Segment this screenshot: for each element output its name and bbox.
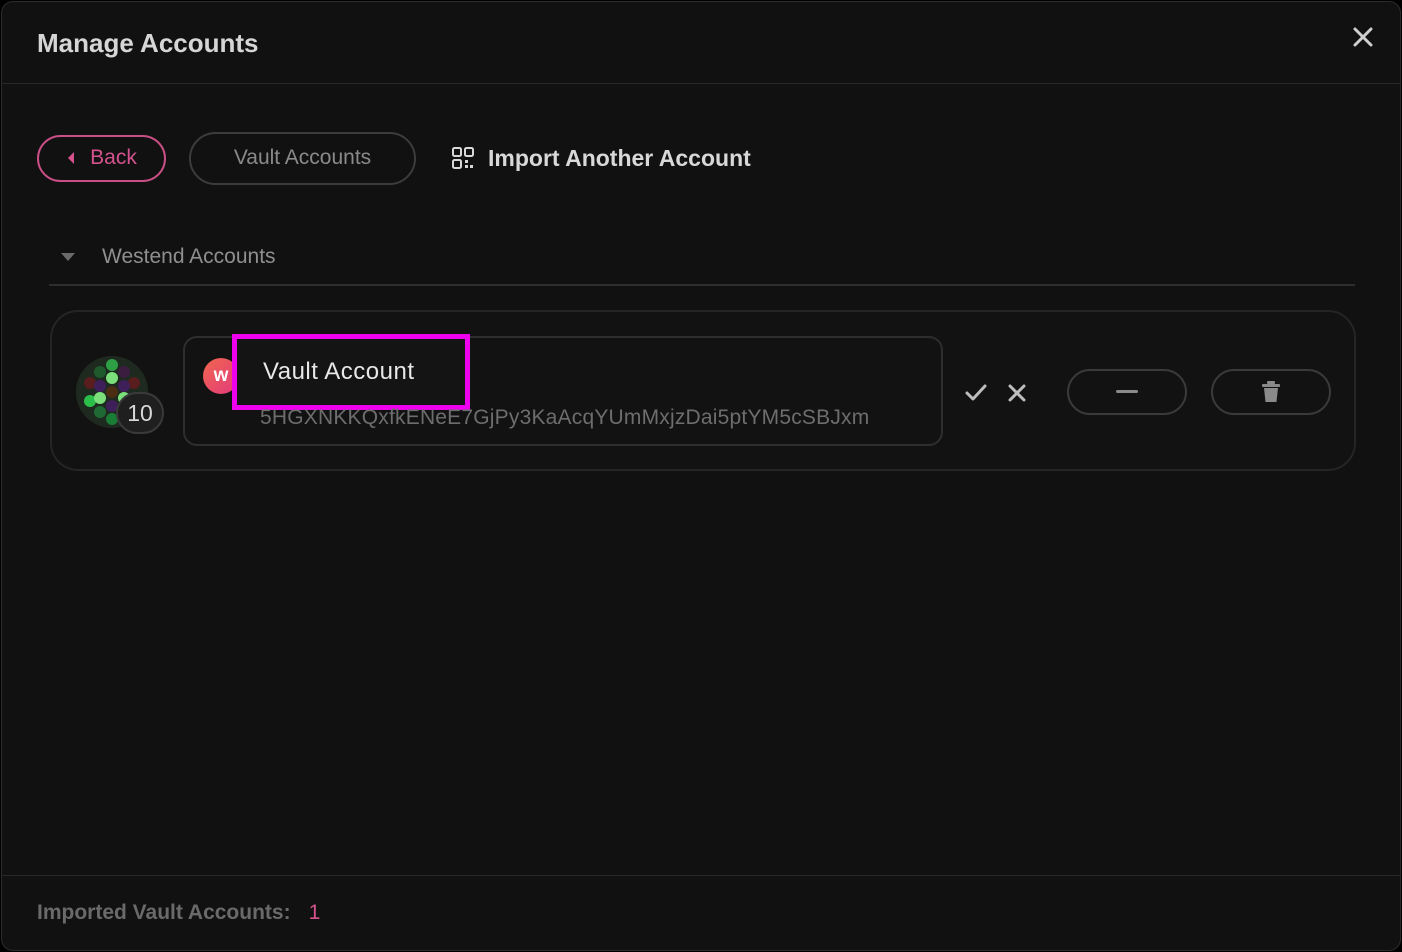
close-icon <box>1008 384 1026 402</box>
close-button[interactable] <box>1348 22 1378 52</box>
modal-title: Manage Accounts <box>37 28 259 58</box>
account-card: 10 w 5HGXNKKQxfkENeE7GjPy3KaAcqYUmMxjzDa… <box>50 310 1356 471</box>
modal-footer: Imported Vault Accounts: 1 <box>2 875 1400 950</box>
qr-code-icon <box>452 147 474 169</box>
back-button-label: Back <box>90 146 137 169</box>
section-label: Westend Accounts <box>102 245 276 268</box>
cancel-rename-button[interactable] <box>1006 382 1028 404</box>
minus-icon <box>1116 390 1138 393</box>
toolbar: Back Vault Accounts Import Another Accou… <box>37 131 751 185</box>
manage-accounts-modal: Manage Accounts Back Vault Accounts Impo… <box>1 1 1401 951</box>
imported-count-value: 1 <box>308 901 321 924</box>
westend-accounts-section-toggle[interactable]: Westend Accounts <box>49 230 1355 286</box>
back-button[interactable]: Back <box>37 134 166 182</box>
delete-account-button[interactable] <box>1211 369 1331 415</box>
account-details: w 5HGXNKKQxfkENeE7GjPy3KaAcqYUmMxjzDai5p… <box>183 334 943 446</box>
account-index-badge: 10 <box>116 392 164 434</box>
vault-accounts-button[interactable]: Vault Accounts <box>189 131 416 185</box>
import-another-account-label: Import Another Account <box>488 144 751 171</box>
account-name-input[interactable] <box>232 334 470 410</box>
imported-count-label: Imported Vault Accounts: <box>37 901 291 924</box>
modal-header: Manage Accounts <box>2 2 1400 84</box>
close-icon <box>1353 27 1373 47</box>
trash-icon <box>1262 381 1280 402</box>
remove-account-button[interactable] <box>1067 369 1187 415</box>
caret-down-icon <box>60 249 76 265</box>
account-address: 5HGXNKKQxfkENeE7GjPy3KaAcqYUmMxjzDai5ptY… <box>260 406 870 429</box>
caret-left-icon <box>68 152 75 164</box>
check-icon <box>965 384 987 401</box>
confirm-rename-button[interactable] <box>963 380 989 406</box>
vault-accounts-label: Vault Accounts <box>233 146 372 169</box>
import-another-account-button[interactable]: Import Another Account <box>452 145 751 172</box>
